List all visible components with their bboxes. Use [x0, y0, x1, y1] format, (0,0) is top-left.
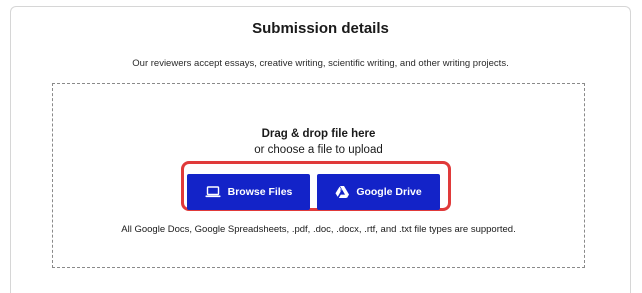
browse-files-label: Browse Files [227, 186, 293, 198]
laptop-icon [205, 186, 221, 198]
browse-files-button[interactable]: Browse Files [187, 174, 310, 210]
dropzone-heading: Drag & drop file here [261, 128, 376, 140]
google-drive-button[interactable]: Google Drive [317, 174, 440, 210]
submission-card: Submission details Our reviewers accept … [10, 6, 631, 293]
dropzone-subheading: or choose a file to upload [254, 144, 383, 156]
supported-file-types: All Google Docs, Google Spreadsheets, .p… [121, 224, 516, 235]
page-title: Submission details [252, 20, 389, 37]
upload-page: Submission details Our reviewers accept … [0, 0, 642, 293]
file-dropzone[interactable]: Drag & drop file here or choose a file t… [52, 83, 585, 268]
google-drive-icon [335, 186, 350, 198]
submission-description: Our reviewers accept essays, creative wr… [132, 58, 509, 69]
google-drive-label: Google Drive [356, 186, 422, 198]
